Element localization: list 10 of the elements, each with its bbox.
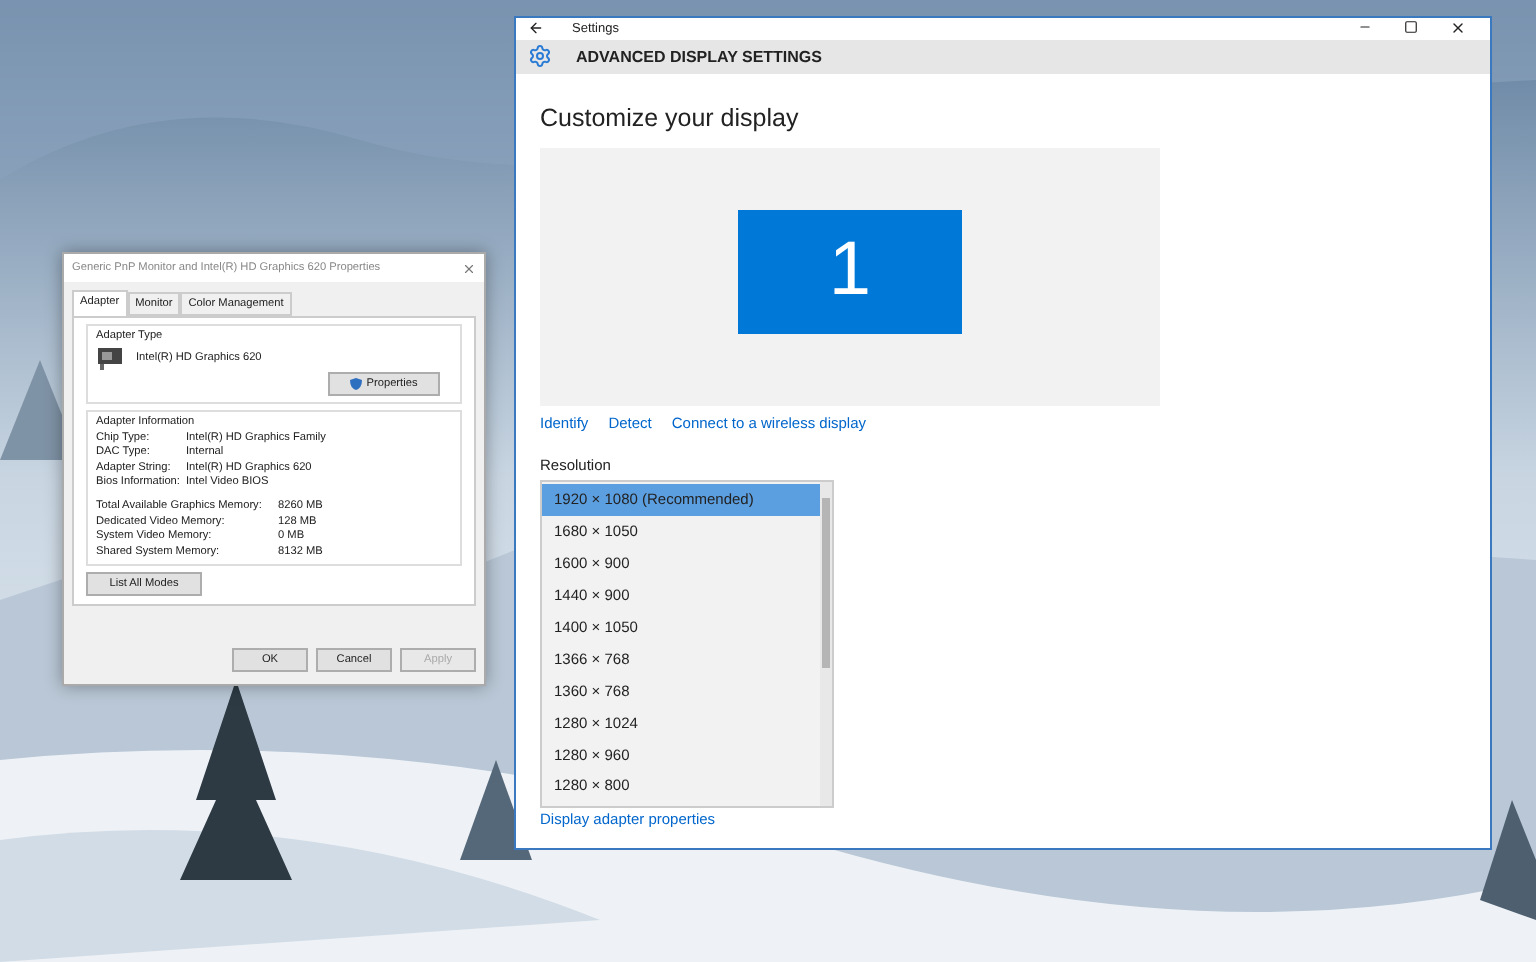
back-icon[interactable] (528, 20, 544, 37)
close-icon[interactable] (1450, 20, 1466, 37)
settings-icon (528, 44, 552, 69)
graphics-card-icon (96, 345, 124, 369)
shield-icon (350, 378, 363, 390)
scrollbar[interactable] (820, 482, 832, 806)
page-header-title: ADVANCED DISPLAY SETTINGS (576, 47, 822, 66)
maximize-icon[interactable] (1404, 20, 1418, 35)
page-heading: Customize your display (540, 104, 801, 132)
monitor-tile[interactable]: 1 (738, 209, 962, 333)
